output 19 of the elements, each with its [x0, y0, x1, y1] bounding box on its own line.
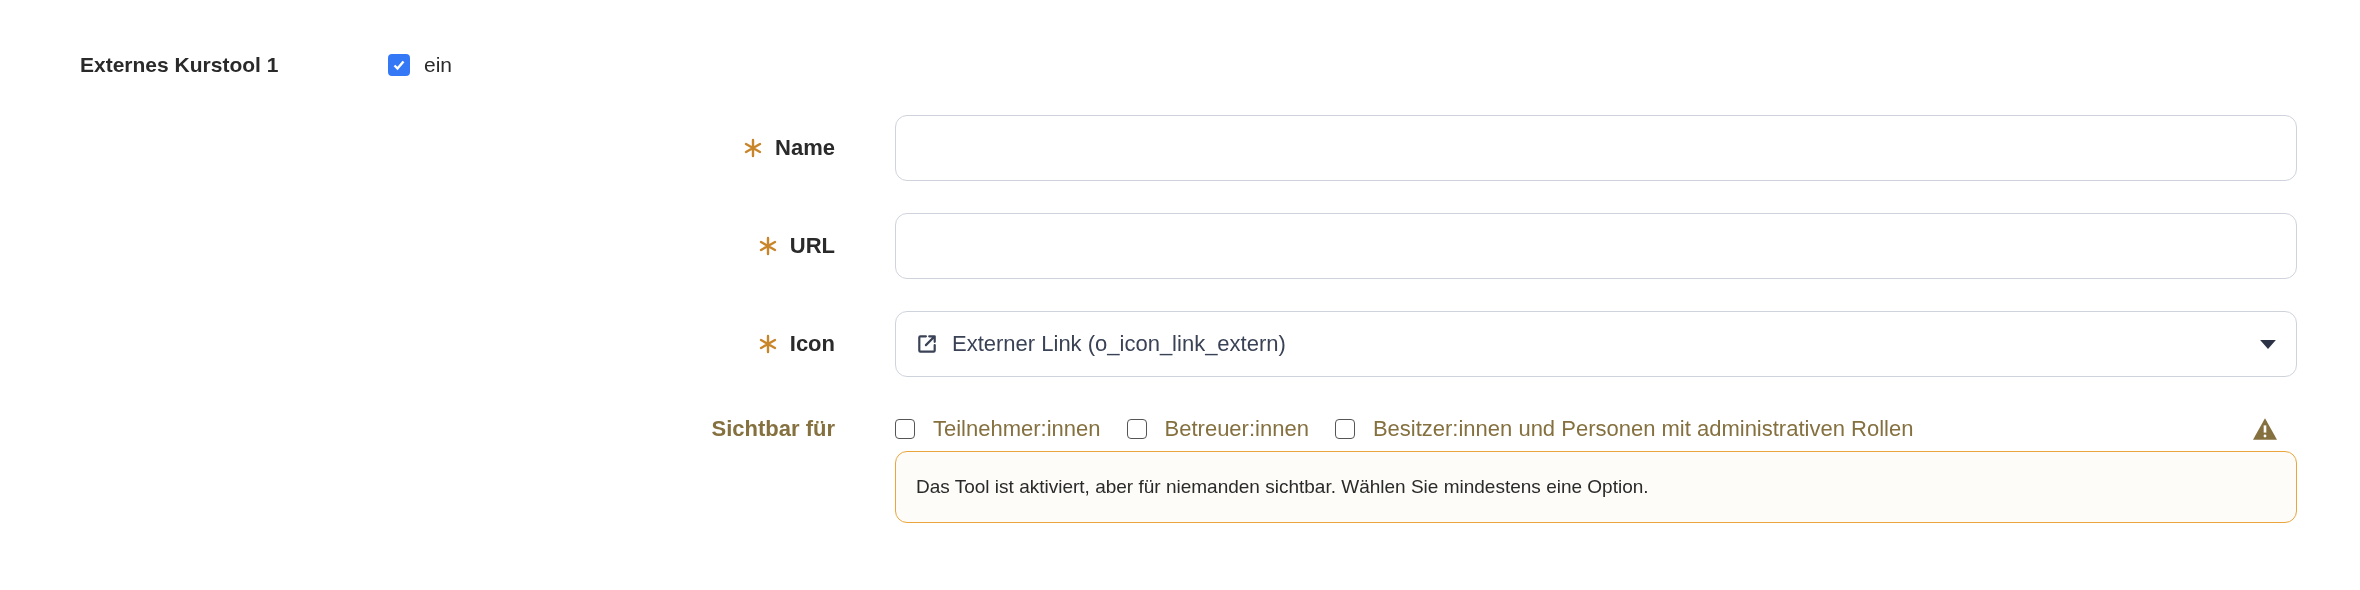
field-label: Name [775, 135, 835, 161]
section-label: Externes Kurstool 1 [80, 53, 280, 77]
checkbox-label: Betreuer:innen [1164, 416, 1309, 442]
checkbox-label: Teilnehmer:innen [933, 416, 1101, 442]
checkbox-label: Besitzer:innen und Personen mit administrativen Rollen [1372, 416, 1914, 442]
checkbox[interactable] [1126, 419, 1147, 439]
field-label: URL [789, 233, 835, 259]
checkbox[interactable] [1334, 419, 1355, 439]
input-field[interactable] [895, 115, 2297, 181]
select-field[interactable]: Externer Link (o_icon_link_extern) [895, 311, 2297, 377]
checkbox-label: ein [424, 53, 453, 77]
checkbox[interactable] [388, 54, 410, 76]
input-field[interactable] [895, 213, 2297, 279]
warning-message: Das Tool ist aktiviert, aber für niemanden sichtbar. Wählen Sie mindestens eine Option. [895, 451, 2297, 523]
external-link-icon [916, 333, 938, 355]
caret-icon [2260, 339, 2276, 349]
field-label: Sichtbar für [711, 416, 835, 442]
field-label: Icon [789, 331, 835, 357]
checkbox[interactable] [895, 419, 915, 439]
